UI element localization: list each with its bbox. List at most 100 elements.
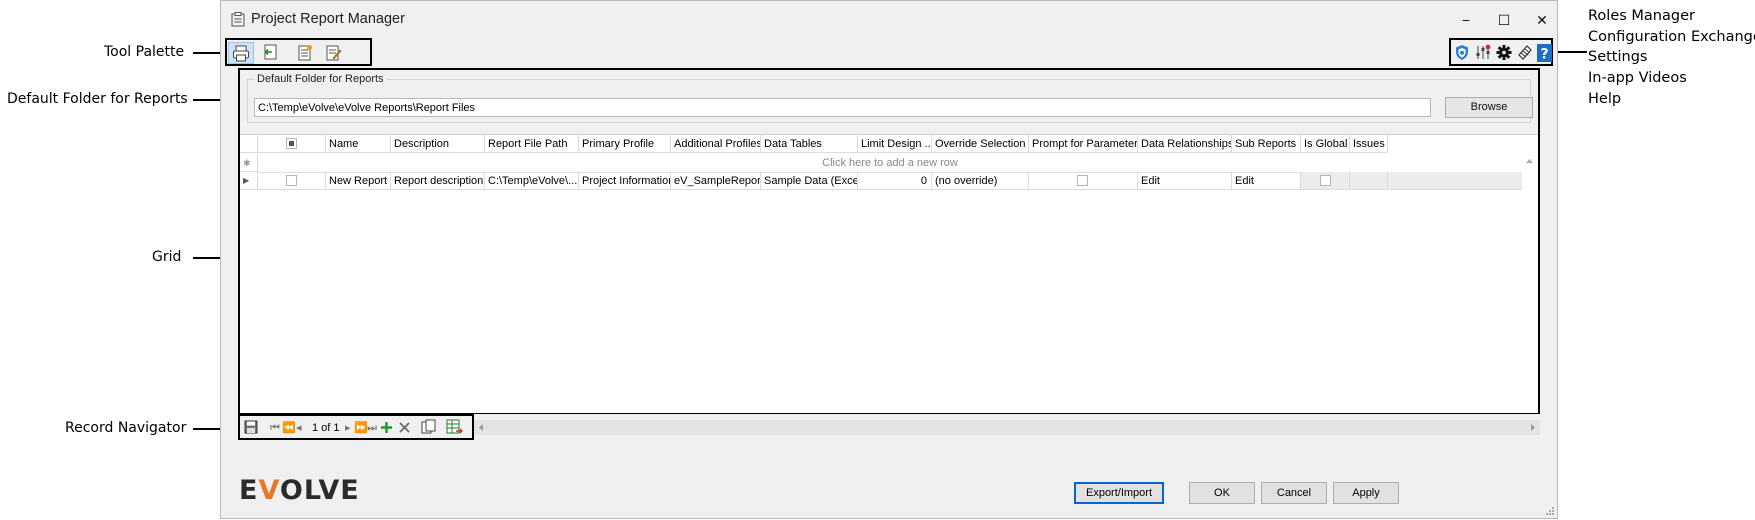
cell-prompt-for-parameters[interactable]: [1029, 172, 1138, 190]
main-content: Default Folder for Reports Browse Name D…: [238, 68, 1540, 414]
maximize-button[interactable]: ☐: [1489, 9, 1519, 31]
grid-vertical-scrollbar[interactable]: [1522, 154, 1537, 412]
new-report-button[interactable]: [292, 42, 318, 64]
row-select-cell[interactable]: [258, 172, 326, 190]
is-global-checkbox[interactable]: [1320, 175, 1331, 186]
first-page-icon[interactable]: ⏮: [270, 421, 280, 435]
cell-override-selection[interactable]: (no override): [932, 172, 1029, 190]
column-header-sub-reports[interactable]: Sub Reports: [1232, 135, 1301, 153]
default-folder-input[interactable]: [254, 98, 1431, 117]
previous-page-icon[interactable]: ⏪: [282, 421, 296, 435]
callout-grid: Grid: [152, 249, 182, 265]
browse-button[interactable]: Browse: [1445, 97, 1533, 118]
previous-record-icon[interactable]: ◂: [296, 421, 302, 435]
grid-new-row[interactable]: ✱ Click here to add a new row: [240, 154, 1522, 173]
add-record-icon[interactable]: [380, 421, 393, 434]
column-header-override-selection[interactable]: Override Selection ...: [932, 135, 1029, 153]
column-header-description[interactable]: Description: [391, 135, 485, 153]
right-tool-palette: ?: [1449, 38, 1553, 66]
callout-record-navigator: Record Navigator: [65, 420, 187, 436]
roles-manager-button[interactable]: [1452, 42, 1472, 64]
add-new-row-text[interactable]: Click here to add a new row: [258, 154, 1522, 173]
cell-primary-profile[interactable]: Project Information: [579, 172, 671, 190]
new-row-indicator: ✱: [240, 154, 258, 172]
next-page-icon[interactable]: ⏩: [354, 421, 368, 435]
row-select-checkbox[interactable]: [286, 175, 297, 186]
title-bar[interactable]: Project Report Manager − ☐ ✕: [221, 1, 1557, 37]
right-callout-list: Roles Manager Configuration Exchange Set…: [1588, 6, 1755, 110]
row-indicator-header: [240, 135, 258, 153]
svg-text:?: ?: [1540, 47, 1548, 63]
column-header-issues[interactable]: Issues: [1350, 135, 1388, 153]
configuration-exchange-button[interactable]: [1473, 42, 1493, 64]
column-header-name[interactable]: Name: [326, 135, 391, 153]
new-report-icon: [298, 44, 313, 61]
callout-roles-manager: Roles Manager: [1588, 8, 1695, 24]
row-indicator[interactable]: ▶: [240, 172, 258, 190]
default-folder-legend: Default Folder for Reports: [254, 73, 387, 85]
shield-icon: [1456, 45, 1468, 60]
column-header-prompt-for-parameters[interactable]: Prompt for Parameters: [1029, 135, 1138, 153]
column-header-data-relationships[interactable]: Data Relationships: [1138, 135, 1232, 153]
default-folder-group: Default Folder for Reports Browse: [247, 73, 1533, 123]
window-title: Project Report Manager: [251, 11, 405, 27]
scroll-up-icon: [1526, 159, 1533, 163]
print-button[interactable]: [228, 42, 254, 64]
minimize-button[interactable]: −: [1451, 9, 1481, 31]
project-report-manager-window: Project Report Manager − ☐ ✕ ? Default F…: [220, 0, 1558, 519]
select-all-header[interactable]: [258, 135, 326, 153]
cell-data-relationships[interactable]: Edit: [1138, 172, 1232, 190]
apply-button[interactable]: Apply: [1333, 482, 1399, 504]
printer-icon: [233, 45, 249, 62]
gear-icon: [1496, 45, 1512, 60]
copy-record-icon[interactable]: [421, 419, 436, 435]
cell-limit-design[interactable]: 0: [858, 172, 932, 190]
next-record-icon[interactable]: ▸: [345, 421, 351, 435]
settings-button[interactable]: [1494, 42, 1514, 64]
prompt-for-parameters-checkbox[interactable]: [1077, 175, 1088, 186]
callout-settings: Settings: [1588, 49, 1648, 66]
export-import-button[interactable]: Export/Import: [1074, 482, 1164, 504]
cancel-button[interactable]: Cancel: [1261, 482, 1327, 504]
cell-data-tables[interactable]: Sample Data (Excel): [761, 172, 858, 190]
column-header-report-file-path[interactable]: Report File Path: [485, 135, 579, 153]
close-button[interactable]: ✕: [1527, 9, 1557, 31]
cell-filler: [1388, 172, 1522, 190]
resize-grip-icon[interactable]: [1545, 506, 1555, 516]
ok-button[interactable]: OK: [1189, 482, 1255, 504]
grid-export-icon[interactable]: [446, 419, 463, 435]
cell-additional-profiles[interactable]: eV_SampleReport: [671, 172, 761, 190]
save-icon[interactable]: [244, 420, 258, 434]
cell-issues: [1350, 172, 1388, 190]
edit-report-icon: [326, 45, 342, 61]
select-all-checkbox[interactable]: [286, 138, 297, 149]
video-icon: [1518, 45, 1532, 60]
help-button[interactable]: ?: [1536, 42, 1553, 64]
help-icon: ?: [1537, 44, 1552, 62]
callout-help: Help: [1588, 90, 1622, 107]
cell-description[interactable]: Report description: [391, 172, 485, 190]
export-button[interactable]: [258, 42, 284, 64]
cell-name[interactable]: New Report: [326, 172, 391, 190]
column-header-primary-profile[interactable]: Primary Profile: [579, 135, 671, 153]
app-icon: [231, 12, 245, 27]
column-header-data-tables[interactable]: Data Tables: [761, 135, 858, 153]
logo-letter-e: E: [239, 475, 259, 506]
cell-report-file-path[interactable]: C:\Temp\eVolve\...: [485, 172, 579, 190]
record-navigator: ⏮ ⏪ ◂ 1 of 1 ▸ ⏩ ⏭: [238, 414, 474, 440]
in-app-videos-button[interactable]: [1515, 42, 1535, 64]
delete-record-icon[interactable]: [398, 421, 411, 434]
grid-horizontal-scrollbar[interactable]: [474, 420, 1540, 435]
export-icon: [264, 44, 277, 60]
cell-is-global[interactable]: [1301, 172, 1350, 190]
column-header-limit-design[interactable]: Limit Design ...: [858, 135, 932, 153]
edit-report-button[interactable]: [320, 42, 346, 64]
column-header-additional-profiles[interactable]: Additional Profiles: [671, 135, 761, 153]
report-grid: Name Description Report File Path Primar…: [240, 134, 1538, 413]
column-header-is-global[interactable]: Is Global: [1301, 135, 1350, 153]
callout-configuration-exchange: Configuration Exchange: [1588, 28, 1755, 45]
cell-sub-reports[interactable]: Edit: [1232, 172, 1301, 190]
last-page-icon[interactable]: ⏭: [367, 421, 377, 435]
tool-palette: [225, 38, 372, 66]
scroll-right-icon: [1531, 424, 1535, 431]
